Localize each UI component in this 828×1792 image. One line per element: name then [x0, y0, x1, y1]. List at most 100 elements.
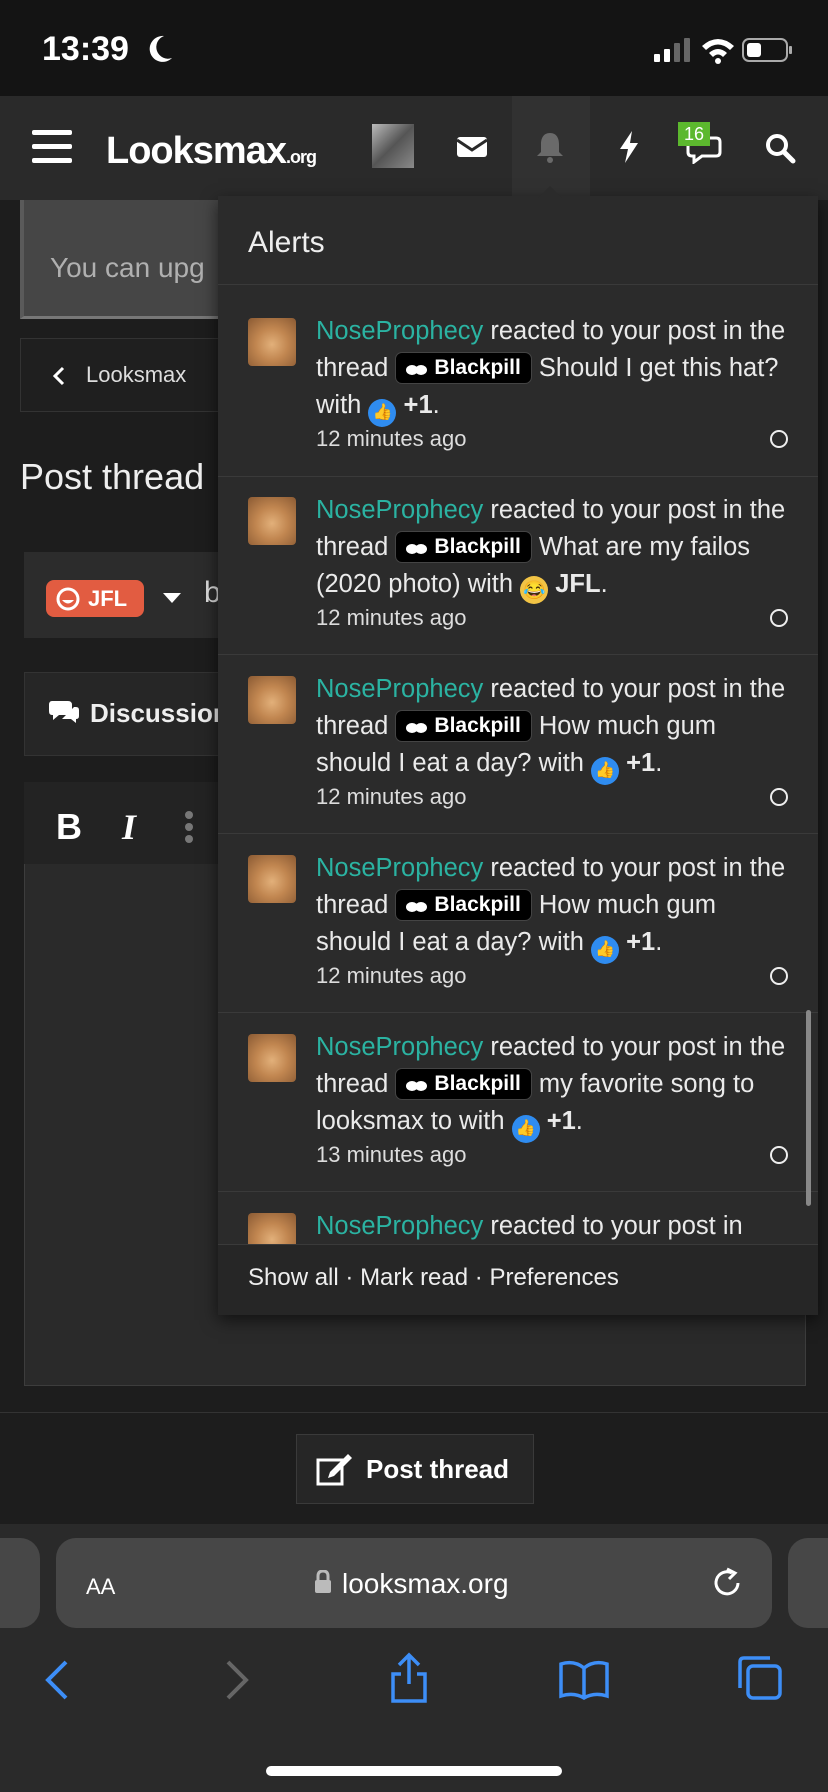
prefix-tag: Blackpill	[395, 889, 532, 921]
mark-read-dot[interactable]	[770, 430, 788, 448]
avatar[interactable]	[248, 497, 296, 545]
alert-text: NoseProphecy reacted to your post in the…	[316, 492, 796, 604]
tabs-icon[interactable]	[736, 1654, 784, 1702]
battery-icon	[742, 38, 792, 62]
mark-read-dot[interactable]	[770, 967, 788, 985]
signal-icon	[654, 38, 690, 62]
alert-time: 12 minutes ago	[316, 963, 467, 988]
url-text[interactable]: looksmax.org	[342, 1568, 509, 1600]
site-logo[interactable]: Looksmax.org	[106, 130, 317, 173]
search-icon[interactable]	[764, 132, 796, 164]
discussion-label: Discussion	[90, 698, 229, 728]
next-tab-preview[interactable]	[788, 1538, 828, 1628]
alert-time: 12 minutes ago	[316, 426, 467, 451]
breadcrumb-label: Looksmax	[86, 362, 187, 387]
prefix-badge[interactable]: JFL	[46, 580, 144, 617]
prefix-tag: Blackpill	[395, 352, 532, 384]
reader-options-button[interactable]: AA	[86, 1568, 115, 1602]
pill-icon	[406, 1081, 428, 1091]
like-icon: 👍	[368, 399, 397, 427]
separator: ·	[345, 1264, 354, 1291]
prefix-tag: Blackpill	[395, 531, 532, 563]
mark-read-link[interactable]: Mark read	[360, 1264, 468, 1291]
alert-with: with	[467, 570, 514, 598]
alert-username[interactable]: NoseProphecy	[316, 1033, 483, 1061]
lightning-icon[interactable]	[616, 130, 642, 164]
avatar[interactable]	[248, 1213, 296, 1244]
bookmarks-icon[interactable]	[558, 1660, 610, 1700]
like-icon: 👍	[591, 936, 620, 964]
menu-icon[interactable]	[32, 130, 72, 172]
moon-icon	[149, 35, 172, 62]
alerts-scrollbar[interactable]	[806, 1010, 811, 1206]
alerts-title: Alerts	[248, 226, 325, 259]
status-time: 13:39	[42, 30, 129, 68]
envelope-icon[interactable]	[456, 134, 488, 160]
laugh-cry-emoji-icon: 😂	[520, 576, 549, 604]
alert-time: 12 minutes ago	[316, 784, 467, 809]
laugh-icon	[56, 587, 80, 611]
share-icon[interactable]	[388, 1652, 430, 1704]
prefix-tag-label: Blackpill	[434, 1072, 521, 1095]
post-thread-label: Post thread	[366, 1454, 510, 1484]
prefix-tag-label: Blackpill	[434, 535, 521, 558]
alert-thread-title[interactable]: Should I get this hat?	[539, 354, 779, 382]
pill-icon	[406, 723, 428, 733]
pill-icon	[406, 544, 428, 554]
prefix-tag-label: Blackpill	[434, 714, 521, 737]
alert-text: NoseProphecy reacted to your post in	[316, 1208, 743, 1244]
preferences-link[interactable]: Preferences	[489, 1264, 618, 1291]
mark-read-dot[interactable]	[770, 609, 788, 627]
forward-icon[interactable]	[224, 1660, 250, 1700]
prefix-tag-label: Blackpill	[434, 356, 521, 379]
edit-icon	[316, 1454, 352, 1486]
bold-icon[interactable]: B	[56, 806, 82, 848]
alert-username[interactable]: NoseProphecy	[316, 1212, 483, 1240]
alert-with: with	[538, 749, 584, 777]
avatar[interactable]	[248, 1034, 296, 1082]
alert-reaction: +1	[626, 749, 656, 777]
aa-label: AA	[86, 1574, 116, 1599]
back-icon[interactable]	[44, 1660, 70, 1700]
alert-with: with	[316, 391, 362, 419]
wifi-icon	[702, 39, 734, 64]
prefix-label: JFL	[88, 586, 128, 611]
separator: ·	[474, 1264, 483, 1291]
alerts-footer-links: Show all · Mark read · Preferences	[248, 1264, 619, 1292]
caret-down-icon[interactable]	[162, 592, 182, 604]
logo-suffix: .org	[285, 147, 317, 167]
italic-icon[interactable]: I	[122, 806, 136, 848]
like-icon: 👍	[511, 1115, 540, 1143]
alert-text: NoseProphecy reacted to your post in the…	[316, 850, 796, 964]
alert-text: NoseProphecy reacted to your post in the…	[316, 313, 796, 427]
alert-username[interactable]: NoseProphecy	[316, 317, 483, 345]
alert-username[interactable]: NoseProphecy	[316, 496, 483, 524]
user-avatar[interactable]	[372, 124, 414, 168]
reload-icon[interactable]	[710, 1566, 744, 1600]
mark-read-dot[interactable]	[770, 1146, 788, 1164]
lock-icon	[315, 1570, 331, 1593]
alert-username[interactable]: NoseProphecy	[316, 854, 483, 882]
avatar[interactable]	[248, 676, 296, 724]
alert-item-partial[interactable]: NoseProphecy reacted to your post in	[218, 1192, 818, 1244]
show-all-link[interactable]: Show all	[248, 1264, 339, 1291]
alert-username[interactable]: NoseProphecy	[316, 675, 483, 703]
alert-reaction: +1	[626, 928, 656, 956]
alert-time: 12 minutes ago	[316, 605, 467, 630]
page-title: Post thread	[20, 456, 205, 497]
chevron-left-icon	[52, 366, 65, 386]
mark-read-dot[interactable]	[770, 788, 788, 806]
more-options-icon[interactable]	[184, 810, 194, 844]
pill-icon	[406, 902, 428, 912]
alert-reaction: +1	[546, 1107, 576, 1135]
avatar[interactable]	[248, 318, 296, 366]
alert-reaction: +1	[403, 391, 433, 419]
previous-tab-preview[interactable]	[0, 1538, 40, 1628]
comments-icon	[49, 701, 79, 723]
avatar[interactable]	[248, 855, 296, 903]
conversations-badge: 16	[678, 122, 710, 146]
alert-reaction: JFL	[555, 570, 601, 598]
alert-with: with	[538, 928, 584, 956]
bell-icon[interactable]	[534, 130, 566, 164]
prefix-tag: Blackpill	[395, 710, 532, 742]
